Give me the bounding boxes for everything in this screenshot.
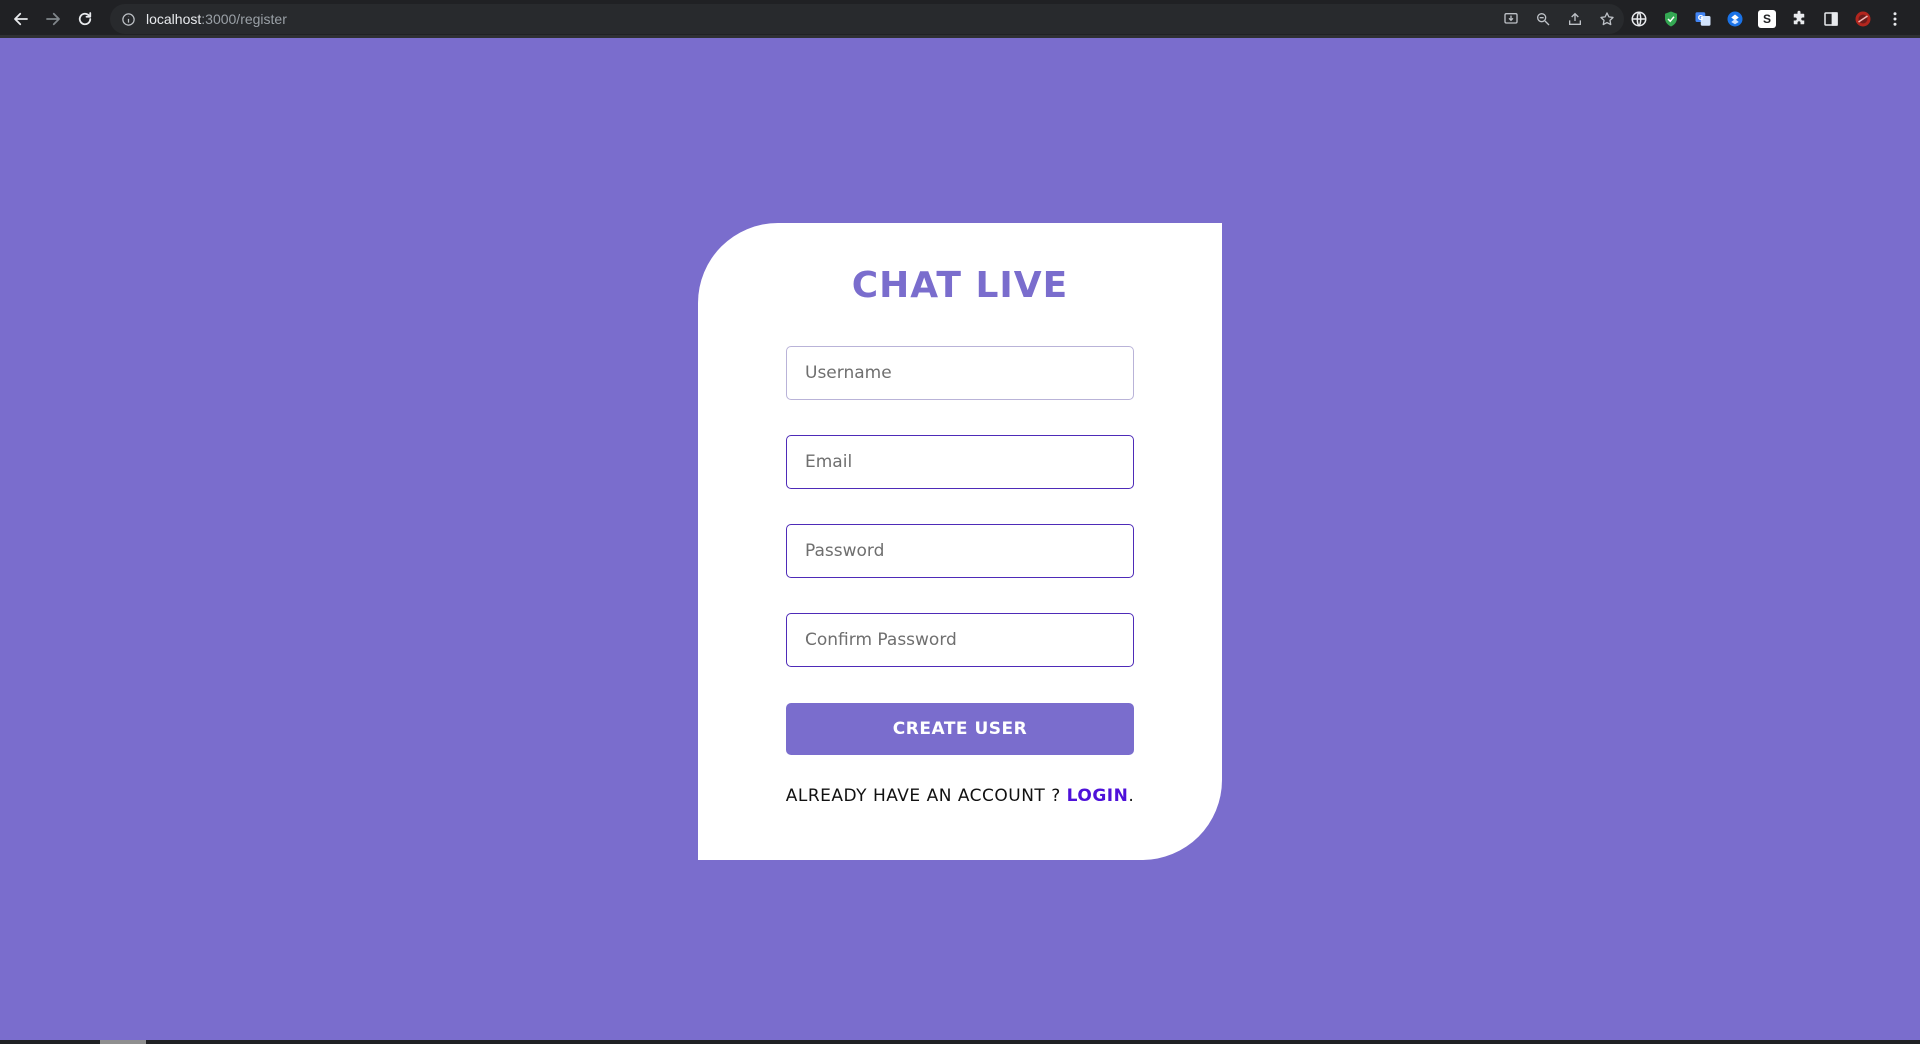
login-link[interactable]: LOGIN [1067,786,1129,806]
arrow-left-icon [14,12,28,26]
url-host: localhost [146,11,202,27]
bottom-tab-hint [100,1040,146,1044]
info-icon[interactable] [120,11,136,27]
side-panel-icon[interactable] [1822,10,1840,28]
dropbox-extension-icon[interactable] [1726,10,1744,28]
install-icon[interactable] [1502,10,1520,28]
bottom-strip [0,1040,1920,1044]
kebab-menu-icon[interactable] [1886,10,1904,28]
login-suffix: . [1128,786,1135,806]
reload-icon [78,12,92,26]
arrow-right-icon [46,12,60,26]
username-input[interactable] [786,346,1134,400]
login-prompt-text: ALREADY HAVE AN ACCOUNT ? [785,786,1067,806]
avatar[interactable] [1854,10,1872,28]
login-prompt: ALREADY HAVE AN ACCOUNT ? LOGIN. [698,786,1222,806]
password-input[interactable] [786,524,1134,578]
globe-extension-icon[interactable] [1630,10,1648,28]
brand-title: CHAT LIVE [851,265,1069,306]
address-bar[interactable]: localhost:3000/register [110,4,1624,34]
share-icon[interactable] [1566,10,1584,28]
zoom-icon[interactable] [1534,10,1552,28]
create-user-button[interactable]: CREATE USER [786,703,1134,755]
star-icon[interactable] [1598,10,1616,28]
email-input[interactable] [786,435,1134,489]
shield-extension-icon[interactable] [1662,10,1680,28]
translate-extension-icon[interactable]: G [1694,10,1712,28]
browser-toolbar: localhost:3000/register G S [0,0,1920,38]
confirm-password-input[interactable] [786,613,1134,667]
url-path: :3000/register [201,11,287,27]
register-card: CHAT LIVE CREATE USER ALREADY HAVE AN AC… [698,223,1222,860]
reload-button[interactable] [72,6,98,32]
back-button[interactable] [8,6,34,32]
url-text[interactable]: localhost:3000/register [146,11,287,27]
svg-text:G: G [1698,14,1704,22]
puzzle-icon[interactable] [1790,10,1808,28]
forward-button[interactable] [40,6,66,32]
s-extension-icon[interactable]: S [1758,10,1776,28]
address-bar-actions [1502,4,1616,34]
extension-icons: G S [1630,0,1904,38]
